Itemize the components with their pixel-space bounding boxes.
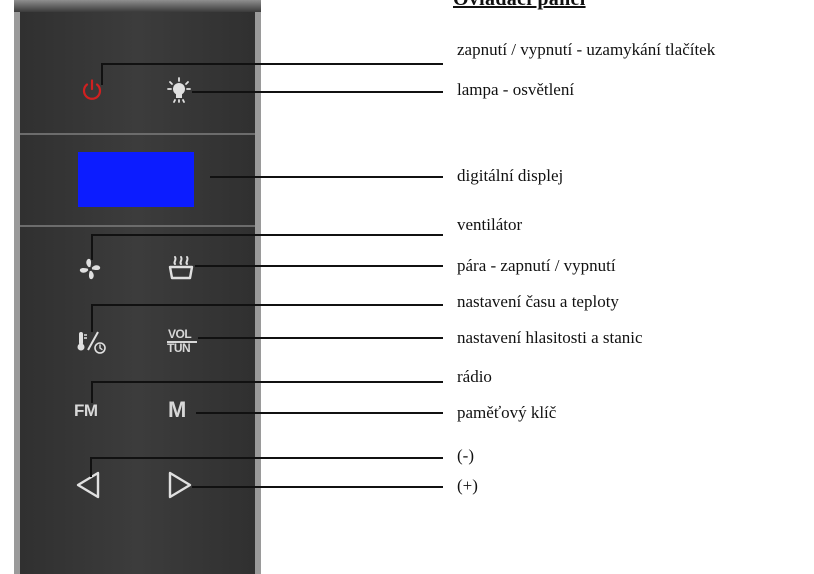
leader-minus (91, 457, 443, 459)
memory-button[interactable]: M (168, 397, 186, 423)
lamp-button[interactable] (166, 77, 192, 108)
leader-power (102, 63, 443, 65)
leader-lamp (192, 91, 443, 93)
fan-icon (79, 258, 101, 280)
leader-fan (92, 234, 443, 236)
label-plus: (+) (457, 476, 478, 495)
leader-minus-drop (90, 457, 92, 477)
time-temperature-icon (77, 331, 106, 354)
leader-volume-tuning (198, 337, 443, 339)
label-power: zapnutí / vypnutí - uzamykání tlačítek (457, 40, 716, 59)
time-temperature-button[interactable] (76, 328, 108, 361)
triangle-left-icon (76, 471, 100, 499)
minus-button[interactable] (74, 470, 102, 505)
panel-divider-bottom (20, 225, 255, 227)
label-steam: pára - zapnutí / vypnutí (457, 256, 616, 275)
leader-time-temp (92, 304, 443, 306)
label-lamp: lampa - osvětlení (457, 80, 575, 99)
leader-power-drop (101, 63, 103, 85)
leader-display (210, 176, 443, 178)
vol-label: VOL (168, 327, 192, 341)
digital-display (78, 152, 194, 207)
leader-fan-drop (91, 234, 93, 260)
volume-tuning-button[interactable]: VOL TUN (165, 327, 199, 357)
fan-button[interactable] (77, 256, 103, 287)
label-minus: (-) (457, 446, 474, 465)
leader-steam (195, 265, 443, 267)
label-fan: ventilátor (457, 215, 523, 234)
diagram-title: Ovládací panel (453, 0, 586, 11)
leader-plus (192, 486, 443, 488)
label-volume-tuning: nastavení hlasitosti a stanic (457, 328, 643, 347)
leader-radio (92, 381, 443, 383)
leader-memory (196, 412, 443, 414)
control-panel-diagram: Ovládací panel (0, 0, 814, 574)
leader-time-temp-drop (91, 304, 93, 332)
steam-button[interactable] (166, 254, 196, 287)
triangle-right-icon (168, 471, 192, 499)
panel-top-edge (14, 0, 261, 12)
label-time-temp: nastavení času a teploty (457, 292, 619, 311)
panel-divider-top (20, 133, 255, 135)
label-display: digitální displej (457, 166, 564, 185)
label-radio: rádio (457, 367, 492, 386)
lamp-icon (167, 77, 191, 103)
label-memory: paměťový klíč (457, 403, 557, 422)
plus-button[interactable] (166, 470, 194, 505)
steam-icon (168, 256, 194, 280)
leader-radio-drop (91, 381, 93, 403)
tun-label: TUN (167, 341, 191, 355)
fm-button[interactable]: FM (74, 401, 98, 421)
